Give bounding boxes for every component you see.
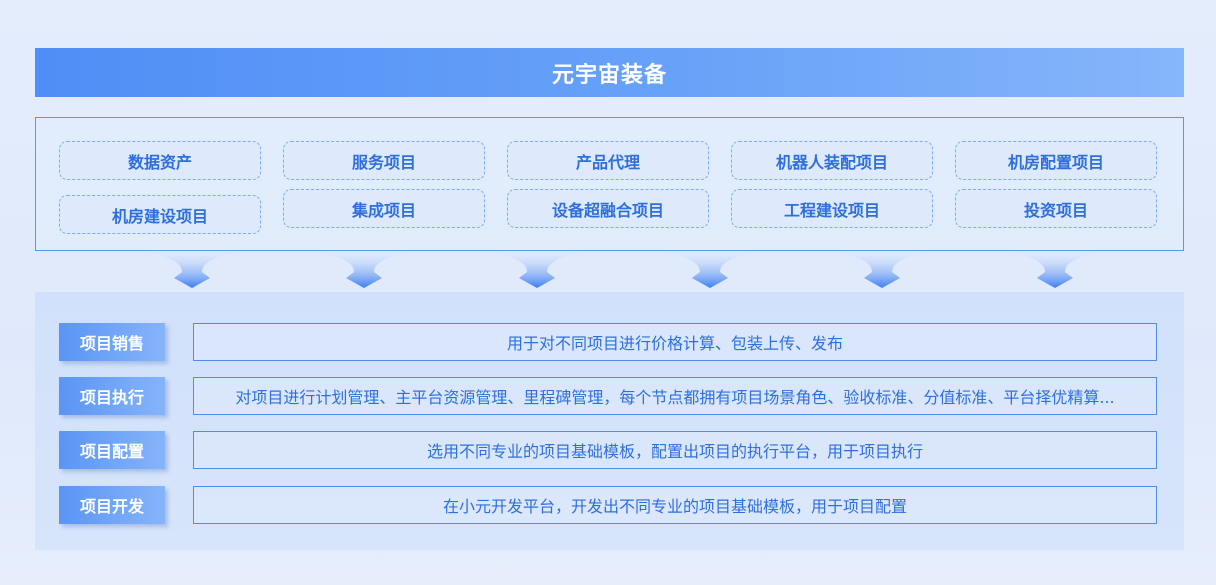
category-item[interactable]: 集成项目: [283, 189, 485, 228]
category-item[interactable]: 产品代理: [507, 141, 709, 180]
down-arrow-icon: [662, 252, 758, 288]
category-item[interactable]: 机器人装配项目: [731, 141, 933, 180]
category-item[interactable]: 机房建设项目: [59, 195, 261, 234]
category-item[interactable]: 机房配置项目: [955, 141, 1157, 180]
down-arrow-icon: [489, 252, 585, 288]
row-label-development[interactable]: 项目开发: [59, 486, 165, 524]
row-desc-sales: 用于对不同项目进行价格计算、包装上传、发布: [193, 323, 1157, 361]
row-desc-development: 在小元开发平台，开发出不同专业的项目基础模板，用于项目配置: [193, 486, 1157, 524]
category-item[interactable]: 数据资产: [59, 141, 261, 180]
page-title: 元宇宙装备: [551, 62, 667, 88]
row-label-execution[interactable]: 项目执行: [59, 377, 165, 415]
down-arrow-icon: [316, 252, 412, 288]
row-label-configuration[interactable]: 项目配置: [59, 431, 165, 469]
category-item[interactable]: 设备超融合项目: [507, 189, 709, 228]
down-arrow-icon: [1007, 252, 1103, 288]
row-label-sales[interactable]: 项目销售: [59, 323, 165, 361]
title-bar: 元宇宙装备: [35, 48, 1184, 97]
category-item[interactable]: 工程建设项目: [731, 189, 933, 228]
category-item[interactable]: 投资项目: [955, 189, 1157, 228]
down-arrow-icon: [144, 252, 240, 288]
row-desc-execution: 对项目进行计划管理、主平台资源管理、里程碑管理，每个节点都拥有项目场景角色、验收…: [193, 377, 1157, 415]
category-item[interactable]: 服务项目: [283, 141, 485, 180]
down-arrow-icon: [834, 252, 930, 288]
row-desc-configuration: 选用不同专业的项目基础模板，配置出项目的执行平台，用于项目执行: [193, 431, 1157, 469]
